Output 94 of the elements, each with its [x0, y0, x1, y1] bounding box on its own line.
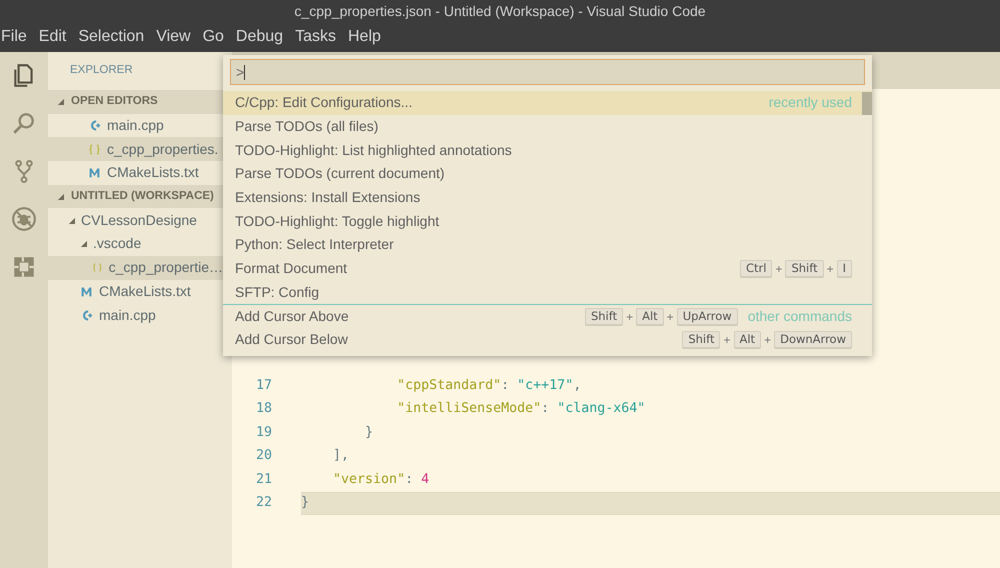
- tree-item[interactable]: main.cpp: [48, 114, 223, 138]
- section-title: UNTITLED (WORKSPACE): [71, 188, 214, 204]
- item-label: .vscode: [93, 234, 142, 254]
- line-number: 20: [254, 447, 272, 466]
- tree-item[interactable]: CMakeLists.txt: [48, 161, 223, 185]
- command-item[interactable]: Format Document Ctrl + Shift + I: [223, 256, 872, 280]
- expanded-caret-icon[interactable]: [57, 98, 64, 106]
- command-item[interactable]: Add Cursor Above Shift + Alt + UpArrow other commands: [223, 304, 872, 328]
- expanded-caret-icon[interactable]: [68, 216, 75, 224]
- sidebar-title: EXPLORER: [69, 63, 134, 78]
- window-title: c_cpp_properties.json - Untitled (Workspace) - Visual Studio Code: [294, 4, 706, 18]
- item-label: main.cpp: [107, 116, 164, 136]
- tree-item[interactable]: main.cpp: [48, 303, 223, 327]
- command-item[interactable]: C/Cpp: Edit Configurations... recently used: [223, 91, 872, 115]
- section-title: OPEN EDITORS: [71, 94, 158, 110]
- tree-item[interactable]: CMakeLists.txt: [48, 280, 223, 304]
- line-number: 19: [254, 424, 272, 442]
- key-cap: Alt: [734, 331, 762, 348]
- code-line: "version": 4: [332, 470, 430, 489]
- key-cap: Ctrl: [740, 260, 772, 278]
- command-item[interactable]: Parse TODOs (all files): [223, 114, 872, 138]
- braces-icon: [92, 261, 103, 274]
- command-label: Format Document: [235, 259, 348, 278]
- plus-sign: +: [666, 308, 674, 326]
- key-cap: Shift: [785, 260, 824, 278]
- code-line: "intelliSenseMode": "clang-x64": [396, 400, 646, 418]
- menu-item[interactable]: View: [150, 25, 197, 49]
- m-file-icon: [80, 284, 93, 298]
- group-hint: recently used: [768, 93, 852, 112]
- scrollbar-thumb[interactable]: [862, 92, 872, 115]
- cpp-file-icon: [80, 308, 93, 322]
- command-label: TODO-Highlight: Toggle highlight: [235, 212, 440, 231]
- command-input[interactable]: >: [230, 59, 865, 85]
- command-label: C/Cpp: Edit Configurations...: [235, 93, 414, 112]
- command-item[interactable]: Python: Select Interpreter: [223, 233, 872, 257]
- menu-item[interactable]: Selection: [72, 25, 150, 49]
- search-icon[interactable]: [11, 110, 37, 136]
- line-number: 21: [254, 470, 272, 489]
- code-line: "cppStandard": "c++17",: [396, 376, 582, 395]
- section-header[interactable]: UNTITLED (WORKSPACE): [48, 184, 223, 208]
- tree-item[interactable]: .vscode: [48, 232, 223, 256]
- plus-sign: +: [775, 260, 782, 278]
- command-label: TODO-Highlight: List highlighted annotations: [235, 140, 513, 160]
- expanded-caret-icon[interactable]: [80, 240, 87, 248]
- tree-item[interactable]: c_cpp_properties.: [48, 137, 223, 162]
- plus-sign: +: [826, 260, 834, 278]
- plus-sign: +: [764, 332, 772, 349]
- command-item[interactable]: SFTP: Config: [223, 280, 872, 304]
- plus-sign: +: [723, 332, 730, 349]
- expanded-caret-icon[interactable]: [57, 193, 64, 200]
- menu-item[interactable]: Tasks: [289, 25, 342, 49]
- item-label: CMakeLists.txt: [99, 282, 191, 301]
- no-bug-icon[interactable]: [11, 206, 37, 232]
- command-label: Parse TODOs (current document): [235, 164, 446, 184]
- menu-item[interactable]: Edit: [32, 25, 72, 49]
- line-number: 18: [254, 400, 272, 418]
- command-item[interactable]: TODO-Highlight: Toggle highlight: [223, 209, 872, 234]
- item-label: CVLessonDesigne: [81, 210, 197, 230]
- m-file-icon: [88, 166, 101, 180]
- menu-item[interactable]: Help: [342, 25, 387, 49]
- key-cap: UpArrow: [676, 308, 738, 326]
- command-item[interactable]: Add Cursor Below Shift + Alt + DownArrow: [223, 328, 872, 352]
- key-cap: I: [836, 260, 852, 278]
- command-label: Python: Select Interpreter: [235, 235, 395, 254]
- section-header[interactable]: OPEN EDITORS: [48, 90, 223, 114]
- command-label: Parse TODOs (all files): [235, 117, 380, 136]
- item-label: c_cpp_propertie…: [108, 258, 223, 278]
- menu-item[interactable]: File: [0, 25, 33, 49]
- line-number: 22: [254, 494, 272, 512]
- tree-item[interactable]: CVLessonDesigne: [48, 208, 223, 232]
- key-cap: Alt: [636, 308, 664, 326]
- line-number: 17: [254, 376, 272, 395]
- item-label: CMakeLists.txt: [107, 163, 199, 182]
- command-item[interactable]: Parse TODOs (current document): [223, 162, 872, 186]
- braces-icon: [88, 142, 101, 156]
- menu-item[interactable]: Debug: [230, 25, 290, 49]
- command-label: Add Cursor Above: [235, 307, 350, 326]
- key-cap: Shift: [584, 308, 624, 326]
- menu-item[interactable]: Go: [196, 25, 230, 49]
- command-item[interactable]: TODO-Highlight: List highlighted annotations: [223, 138, 872, 162]
- cpp-file-icon: [88, 119, 101, 132]
- command-label: Add Cursor Below: [235, 330, 349, 350]
- code-line: ],: [332, 447, 350, 466]
- command-label: Extensions: Install Extensions: [235, 188, 422, 208]
- item-label: main.cpp: [99, 306, 156, 325]
- item-label: c_cpp_properties.: [107, 140, 218, 159]
- key-cap: DownArrow: [774, 331, 852, 348]
- command-item[interactable]: Extensions: Install Extensions: [223, 186, 872, 210]
- code-line: }: [364, 424, 374, 442]
- key-cap: Shift: [682, 331, 720, 348]
- tree-item[interactable]: c_cpp_propertie…: [48, 256, 223, 280]
- group-hint: other commands: [748, 307, 852, 326]
- plus-sign: +: [626, 308, 634, 326]
- command-label: SFTP: Config: [235, 282, 320, 302]
